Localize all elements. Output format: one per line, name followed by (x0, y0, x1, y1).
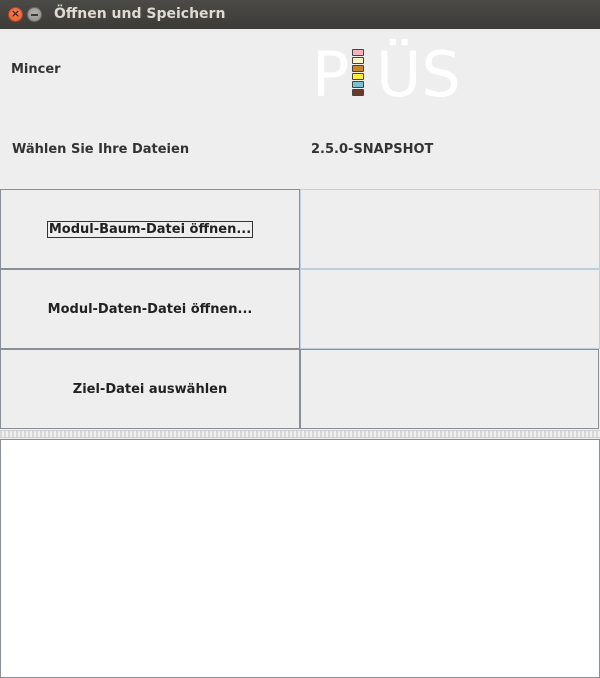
log-text-area[interactable] (0, 439, 600, 678)
logo-chip (352, 49, 364, 56)
version-label: 2.5.0-SNAPSHOT (311, 142, 434, 157)
logo-chip (352, 81, 364, 88)
choose-target-file-label: Ziel-Datei auswählen (72, 381, 228, 397)
minimize-icon (31, 14, 38, 16)
logo-chip (352, 73, 364, 80)
target-file-status (300, 349, 599, 429)
open-module-data-button[interactable]: Modul-Daten-Datei öffnen... (0, 269, 300, 349)
logo-letter-p: P (312, 38, 350, 111)
app-window: × Öffnen und Speichern Mincer P ÜS Wähle… (0, 0, 600, 678)
choose-files-label: Wählen Sie Ihre Dateien (12, 142, 190, 157)
logo-chip-stack (352, 49, 364, 97)
close-window-button[interactable]: × (8, 7, 23, 22)
window-title: Öffnen und Speichern (54, 6, 226, 22)
open-module-tree-button[interactable]: Modul-Baum-Datei öffnen... (0, 189, 300, 269)
pues-logo: P ÜS (312, 38, 462, 111)
split-pane-divider[interactable] (0, 430, 600, 438)
title-bar[interactable]: × Öffnen und Speichern (0, 0, 600, 29)
logo-chip (352, 65, 364, 72)
logo-chip (352, 89, 364, 96)
open-module-tree-label: Modul-Baum-Datei öffnen... (46, 220, 254, 238)
module-tree-status (300, 189, 600, 269)
app-name: Mincer (11, 62, 61, 77)
logo-letters-us: ÜS (376, 38, 461, 111)
module-data-status (300, 269, 600, 349)
minimize-window-button[interactable] (27, 7, 42, 22)
logo-chip (352, 57, 364, 64)
close-icon: × (10, 7, 21, 20)
open-module-data-label: Modul-Daten-Datei öffnen... (47, 301, 253, 317)
choose-target-file-button[interactable]: Ziel-Datei auswählen (0, 349, 300, 429)
